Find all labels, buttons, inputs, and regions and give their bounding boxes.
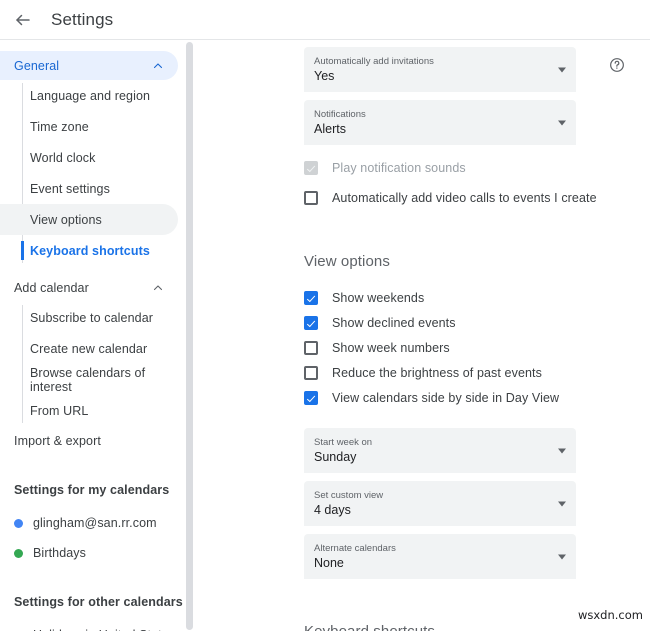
sidebar-item-world-clock[interactable]: World clock — [0, 142, 178, 173]
sidebar-section-other-calendars-title: Settings for other calendars — [14, 595, 183, 609]
sidebar-general-items: Language and region Time zone World cloc… — [0, 80, 186, 266]
checkbox-label: View calendars side by side in Day View — [332, 391, 560, 405]
alternate-calendars-select[interactable]: Alternate calendars None — [304, 534, 576, 579]
show-declined-events-checkbox[interactable] — [304, 316, 318, 330]
field-label: Set custom view — [314, 490, 384, 501]
sidebar-scrollbar-thumb[interactable] — [186, 42, 193, 630]
sidebar-item-label: Keyboard shortcuts — [30, 243, 150, 258]
play-notification-sounds-checkbox-row: Play notification sounds — [304, 156, 650, 180]
checkbox-label: Play notification sounds — [332, 161, 466, 175]
sidebar-item-label: Language and region — [30, 88, 151, 103]
chevron-down-icon — [558, 448, 566, 453]
chevron-up-icon — [152, 282, 164, 294]
field-value: 4 days — [314, 503, 351, 517]
sidebar-group-general-label: General — [14, 58, 60, 73]
reduce-brightness-past-events-checkbox[interactable] — [304, 366, 318, 380]
field-value: Yes — [314, 69, 335, 83]
field-label: Automatically add invitations — [314, 56, 434, 67]
checkbox-label: Reduce the brightness of past events — [332, 366, 542, 380]
chevron-down-icon — [558, 501, 566, 506]
sidebar-group-add-calendar-label: Add calendar — [14, 280, 89, 295]
field-value: Sunday — [314, 450, 357, 464]
sidebar-item-language-and-region[interactable]: Language and region — [0, 80, 178, 111]
sidebar-item-keyboard-shortcuts[interactable]: Keyboard shortcuts — [0, 235, 178, 266]
sidebar-item-label: Create new calendar — [30, 341, 148, 356]
show-declined-events-checkbox-row[interactable]: Show declined events — [304, 311, 650, 335]
checkbox-label: Show week numbers — [332, 341, 450, 355]
sidebar-group-general[interactable]: General — [0, 51, 178, 80]
field-label: Start week on — [314, 437, 373, 448]
automatically-add-invitations-select[interactable]: Automatically add invitations Yes — [304, 47, 576, 92]
settings-content: Automatically add invitations Yes Notifi… — [195, 41, 650, 631]
show-weekends-checkbox-row[interactable]: Show weekends — [304, 286, 650, 310]
keyboard-shortcuts-heading: Keyboard shortcuts — [304, 623, 650, 631]
view-calendars-side-by-side-checkbox-row[interactable]: View calendars side by side in Day View — [304, 386, 650, 410]
start-week-on-select[interactable]: Start week on Sunday — [304, 428, 576, 473]
show-weekends-checkbox[interactable] — [304, 291, 318, 305]
field-label: Notifications — [314, 109, 366, 120]
settings-page: Settings General Language and region Tim… — [0, 0, 650, 631]
field-label: Alternate calendars — [314, 543, 396, 554]
sidebar-item-subscribe-to-calendar[interactable]: Subscribe to calendar — [0, 302, 178, 333]
settings-sidebar: General Language and region Time zone Wo… — [0, 41, 186, 631]
sidebar-calendar-birthdays[interactable]: Birthdays — [0, 538, 178, 568]
chevron-down-icon — [558, 120, 566, 125]
sidebar-calendar-holidays-in-united-states[interactable]: Holidays in United States — [0, 620, 178, 631]
sidebar-section-my-calendars-title: Settings for my calendars — [14, 483, 170, 497]
sidebar-item-from-url[interactable]: From URL — [0, 395, 178, 426]
sidebar-item-label: Browse calendars of interest — [30, 365, 146, 394]
sidebar-item-browse-calendars-of-interest[interactable]: Browse calendars of interest — [0, 364, 178, 395]
sidebar-item-label: Time zone — [30, 119, 89, 134]
sidebar-group-add-calendar[interactable]: Add calendar — [0, 273, 178, 302]
show-week-numbers-checkbox[interactable] — [304, 341, 318, 355]
sidebar-add-calendar-items: Subscribe to calendar Create new calenda… — [0, 302, 186, 426]
auto-add-video-calls-checkbox[interactable] — [304, 191, 318, 205]
chevron-down-icon — [558, 554, 566, 559]
sidebar-item-event-settings[interactable]: Event settings — [0, 173, 178, 204]
sidebar-item-label: Import & export — [14, 434, 101, 448]
sidebar-item-view-options[interactable]: View options — [0, 204, 178, 235]
sidebar-item-label: View options — [30, 212, 102, 227]
play-notification-sounds-checkbox — [304, 161, 318, 175]
sidebar-item-label: Subscribe to calendar — [30, 310, 154, 325]
sidebar-calendar-label: glingham@san.rr.com — [33, 516, 157, 530]
chevron-down-icon — [558, 67, 566, 72]
field-value: None — [314, 556, 344, 570]
calendar-color-dot — [14, 518, 23, 528]
set-custom-view-select[interactable]: Set custom view 4 days — [304, 481, 576, 526]
sidebar-calendar-glingham[interactable]: glingham@san.rr.com — [0, 508, 178, 538]
watermark: wsxdn.com — [577, 608, 643, 622]
notifications-select[interactable]: Notifications Alerts — [304, 100, 576, 145]
view-calendars-side-by-side-checkbox[interactable] — [304, 391, 318, 405]
reduce-brightness-past-events-checkbox-row[interactable]: Reduce the brightness of past events — [304, 361, 650, 385]
sidebar-item-label: Event settings — [30, 181, 110, 196]
sidebar-calendar-label: Birthdays — [33, 546, 87, 560]
sidebar-item-import-and-export[interactable]: Import & export — [0, 426, 178, 456]
app-header: Settings — [0, 0, 650, 40]
chevron-up-icon — [152, 60, 164, 72]
checkbox-label: Show declined events — [332, 316, 456, 330]
sidebar-item-create-new-calendar[interactable]: Create new calendar — [0, 333, 178, 364]
sidebar-item-label: World clock — [30, 150, 96, 165]
back-arrow-icon[interactable] — [8, 5, 38, 35]
page-title: Settings — [51, 9, 114, 29]
auto-add-video-calls-checkbox-row[interactable]: Automatically add video calls to events … — [304, 186, 650, 210]
sidebar-item-time-zone[interactable]: Time zone — [0, 111, 178, 142]
checkbox-label: Show weekends — [332, 291, 425, 305]
help-circle-icon[interactable] — [609, 57, 625, 73]
field-value: Alerts — [314, 122, 346, 136]
checkbox-label: Automatically add video calls to events … — [332, 191, 597, 205]
show-week-numbers-checkbox-row[interactable]: Show week numbers — [304, 336, 650, 360]
calendar-color-dot — [14, 548, 23, 558]
view-options-heading: View options — [304, 253, 390, 270]
sidebar-item-label: From URL — [30, 403, 89, 418]
